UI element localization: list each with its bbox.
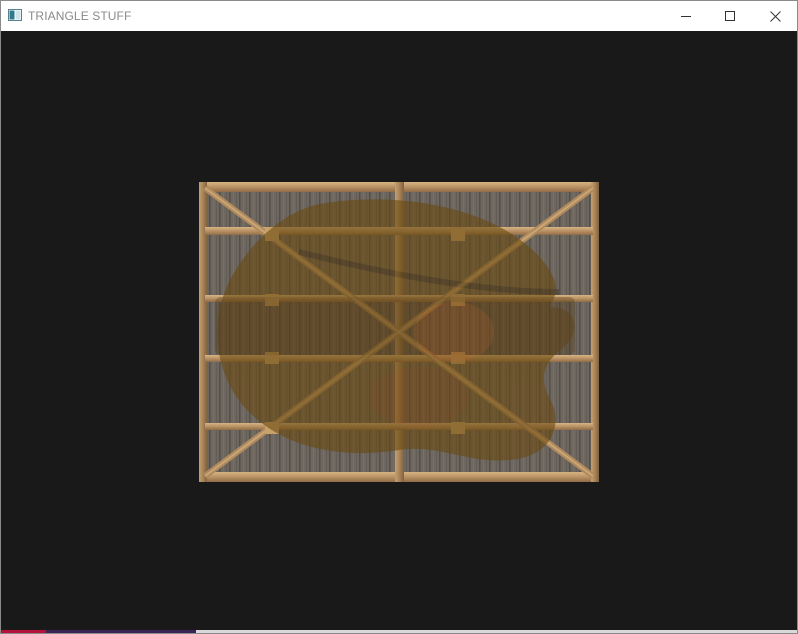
minimize-icon: [681, 16, 691, 17]
title-bar[interactable]: TRIANGLE STUFF: [1, 1, 797, 31]
window-title: TRIANGLE STUFF: [28, 9, 132, 23]
maximize-button[interactable]: [707, 1, 753, 31]
app-window-icon: [8, 9, 22, 21]
close-icon: [769, 10, 781, 22]
close-button[interactable]: [752, 1, 798, 31]
taskbar-edge: [1, 630, 797, 633]
textured-quad: [199, 182, 599, 482]
minimize-button[interactable]: [663, 1, 709, 31]
maximize-icon: [725, 11, 735, 21]
render-viewport[interactable]: [1, 31, 797, 633]
app-window: TRIANGLE STUFF: [0, 0, 798, 634]
